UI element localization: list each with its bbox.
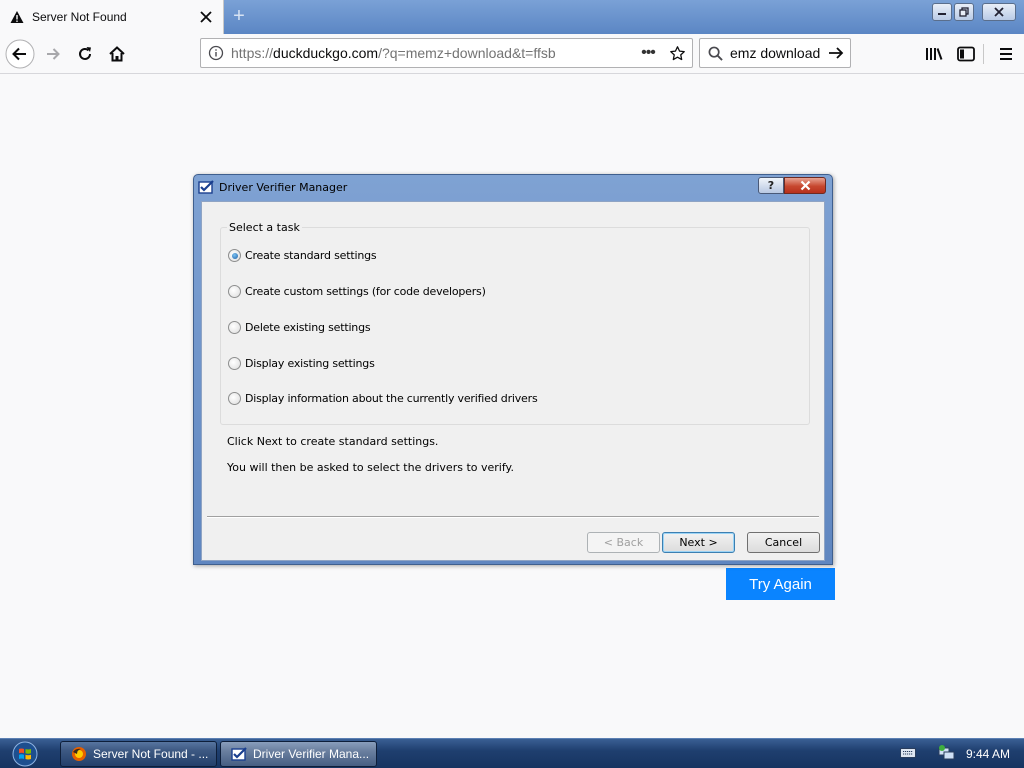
minimize-button[interactable] bbox=[932, 3, 952, 21]
option-label: Delete existing settings bbox=[245, 321, 371, 334]
option-label: Display information about the currently … bbox=[245, 392, 538, 405]
dialog-close-button[interactable] bbox=[784, 177, 826, 194]
search-go-icon[interactable] bbox=[822, 45, 850, 61]
forward-button[interactable] bbox=[37, 38, 69, 70]
search-bar[interactable]: еmz download bbox=[699, 38, 851, 68]
hint-drivers: You will then be asked to select the dri… bbox=[227, 461, 514, 474]
back-wizard-button[interactable]: < Back bbox=[587, 532, 660, 553]
dialog-title: Driver Verifier Manager bbox=[219, 180, 348, 194]
option-create-standard[interactable]: Create standard settings bbox=[228, 249, 377, 262]
driver-verifier-dialog: Driver Verifier Manager ? Select a task … bbox=[193, 174, 833, 565]
radio-button-selected[interactable] bbox=[228, 249, 241, 262]
option-create-custom[interactable]: Create custom settings (for code develop… bbox=[228, 285, 486, 298]
page-actions-icon[interactable]: ••• bbox=[634, 44, 662, 62]
site-info-icon[interactable] bbox=[201, 45, 231, 61]
navigation-toolbar: https://duckduckgo.com/?q=memz+download&… bbox=[0, 34, 1024, 74]
firefox-icon bbox=[71, 746, 87, 762]
dialog-body: Select a task Create standard settings C… bbox=[201, 201, 825, 561]
dialog-separator bbox=[207, 516, 819, 518]
dialog-titlebar[interactable]: Driver Verifier Manager ? bbox=[198, 177, 828, 197]
cancel-button[interactable]: Cancel bbox=[747, 532, 820, 553]
option-delete-existing[interactable]: Delete existing settings bbox=[228, 321, 371, 334]
hint-next: Click Next to create standard settings. bbox=[227, 435, 439, 448]
keyboard-icon[interactable] bbox=[899, 747, 916, 762]
start-button[interactable] bbox=[4, 740, 46, 768]
option-display-existing[interactable]: Display existing settings bbox=[228, 357, 375, 370]
try-again-button[interactable]: Try Again bbox=[726, 568, 835, 600]
group-label: Select a task bbox=[227, 221, 302, 234]
home-button[interactable] bbox=[101, 38, 133, 70]
tab-title: Server Not Found bbox=[32, 10, 127, 24]
option-label: Display existing settings bbox=[245, 357, 375, 370]
window-close-button[interactable] bbox=[982, 3, 1016, 21]
verifier-app-icon bbox=[198, 179, 214, 195]
new-tab-button[interactable]: + bbox=[228, 5, 250, 27]
warning-icon bbox=[10, 10, 24, 24]
option-label: Create custom settings (for code develop… bbox=[245, 285, 486, 298]
verifier-app-icon bbox=[231, 746, 247, 762]
tab-strip: Server Not Found + bbox=[0, 0, 1024, 34]
dialog-caption-buttons: ? bbox=[758, 177, 826, 194]
radio-button[interactable] bbox=[228, 321, 241, 334]
option-display-verified-drivers[interactable]: Display information about the currently … bbox=[228, 392, 538, 405]
toolbar-divider bbox=[983, 44, 984, 64]
radio-button[interactable] bbox=[228, 392, 241, 405]
radio-button[interactable] bbox=[228, 357, 241, 370]
bookmark-star-icon[interactable] bbox=[662, 45, 692, 62]
url-bar[interactable]: https://duckduckgo.com/?q=memz+download&… bbox=[200, 38, 693, 68]
taskbar-item-label: Driver Verifier Mana... bbox=[253, 747, 370, 761]
reload-button[interactable] bbox=[69, 38, 101, 70]
maximize-button[interactable] bbox=[954, 3, 974, 21]
network-icon[interactable] bbox=[938, 744, 956, 764]
option-label: Create standard settings bbox=[245, 249, 377, 262]
system-tray: 9:44 AM bbox=[899, 739, 1024, 768]
menu-hamburger-icon[interactable] bbox=[990, 38, 1022, 70]
taskbar: Server Not Found - ... Driver Verifier M… bbox=[0, 738, 1024, 768]
search-icon bbox=[700, 46, 730, 61]
back-button[interactable] bbox=[4, 38, 36, 70]
tab-server-not-found[interactable]: Server Not Found bbox=[0, 0, 224, 34]
sidebar-toggle-icon[interactable] bbox=[950, 38, 982, 70]
taskbar-item-firefox[interactable]: Server Not Found - ... bbox=[60, 741, 217, 767]
url-scheme: https:// bbox=[231, 45, 274, 61]
url-path: /?q=memz+download&t=ffsb bbox=[378, 45, 556, 61]
taskbar-item-label: Server Not Found - ... bbox=[93, 747, 209, 761]
close-tab-icon[interactable] bbox=[195, 6, 217, 28]
window-controls bbox=[930, 3, 1016, 21]
search-input[interactable]: еmz download bbox=[730, 45, 822, 61]
clock[interactable]: 9:44 AM bbox=[966, 747, 1010, 761]
url-domain: duckduckgo.com bbox=[273, 45, 379, 61]
taskbar-item-driver-verifier[interactable]: Driver Verifier Mana... bbox=[220, 741, 377, 767]
next-wizard-button[interactable]: Next > bbox=[662, 532, 735, 553]
radio-button[interactable] bbox=[228, 285, 241, 298]
url-text[interactable]: https://duckduckgo.com/?q=memz+download&… bbox=[231, 45, 634, 61]
help-button[interactable]: ? bbox=[758, 177, 784, 194]
library-icon[interactable] bbox=[918, 38, 950, 70]
